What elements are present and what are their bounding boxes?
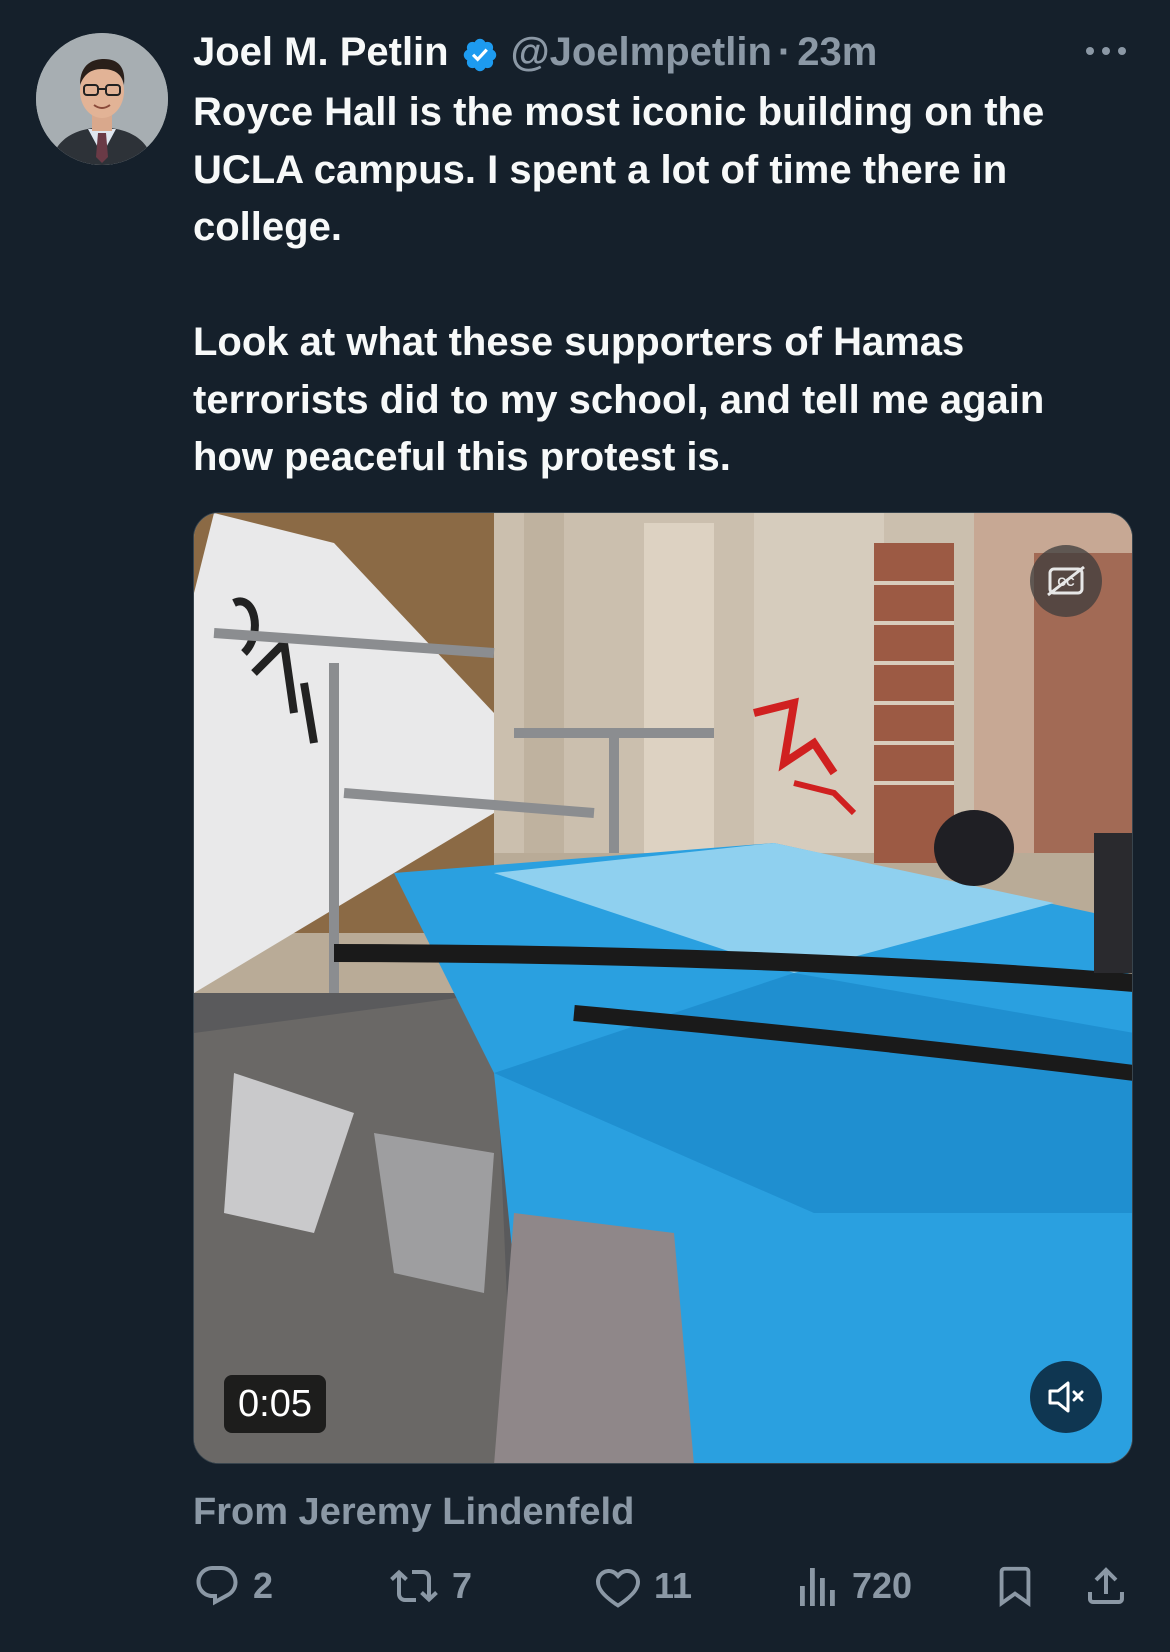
bookmark-button[interactable]	[992, 1556, 1038, 1616]
tweet-text: Royce Hall is the most iconic building o…	[193, 84, 1093, 487]
muted-speaker-icon[interactable]	[1030, 1361, 1102, 1433]
author-display-name[interactable]: Joel M. Petlin	[193, 24, 449, 80]
tweet-paragraph: Look at what these supporters of Hamas t…	[193, 320, 1045, 479]
repost-count: 7	[452, 1565, 473, 1606]
view-count: 720	[852, 1565, 913, 1606]
like-button[interactable]: 11	[594, 1556, 692, 1616]
share-icon	[1088, 1567, 1124, 1604]
author-handle[interactable]: @Joelmpetlin	[511, 24, 772, 80]
tweet-paragraph: Royce Hall is the most iconic building o…	[193, 90, 1045, 249]
verified-badge-icon[interactable]	[461, 33, 499, 72]
heart-icon	[596, 1568, 640, 1608]
views-icon	[800, 1568, 835, 1606]
author-avatar[interactable]	[36, 33, 168, 165]
reply-icon	[196, 1566, 238, 1606]
reply-count: 2	[253, 1565, 274, 1606]
repost-icon	[390, 1569, 438, 1603]
tweet-timestamp[interactable]: 23m	[797, 24, 877, 80]
views-button[interactable]: 720	[796, 1556, 912, 1616]
tweet-header: Joel M. Petlin @Joelmpetlin · 23m	[193, 24, 877, 80]
video-frame	[194, 513, 1132, 1463]
repost-button[interactable]: 7	[388, 1556, 472, 1616]
video-duration: 0:05	[224, 1375, 326, 1433]
more-options-icon[interactable]	[1082, 36, 1130, 66]
video-player[interactable]: CC 0:05	[193, 512, 1133, 1464]
share-button[interactable]	[1082, 1556, 1130, 1616]
captions-off-icon[interactable]: CC	[1030, 545, 1102, 617]
like-count: 11	[654, 1565, 693, 1606]
bookmark-icon	[999, 1566, 1031, 1607]
tweet-actions: 2 7 11 720	[0, 1556, 1170, 1616]
media-attribution[interactable]: From Jeremy Lindenfeld	[193, 1487, 634, 1537]
reply-button[interactable]: 2	[193, 1556, 273, 1616]
separator-dot: ·	[777, 30, 792, 74]
